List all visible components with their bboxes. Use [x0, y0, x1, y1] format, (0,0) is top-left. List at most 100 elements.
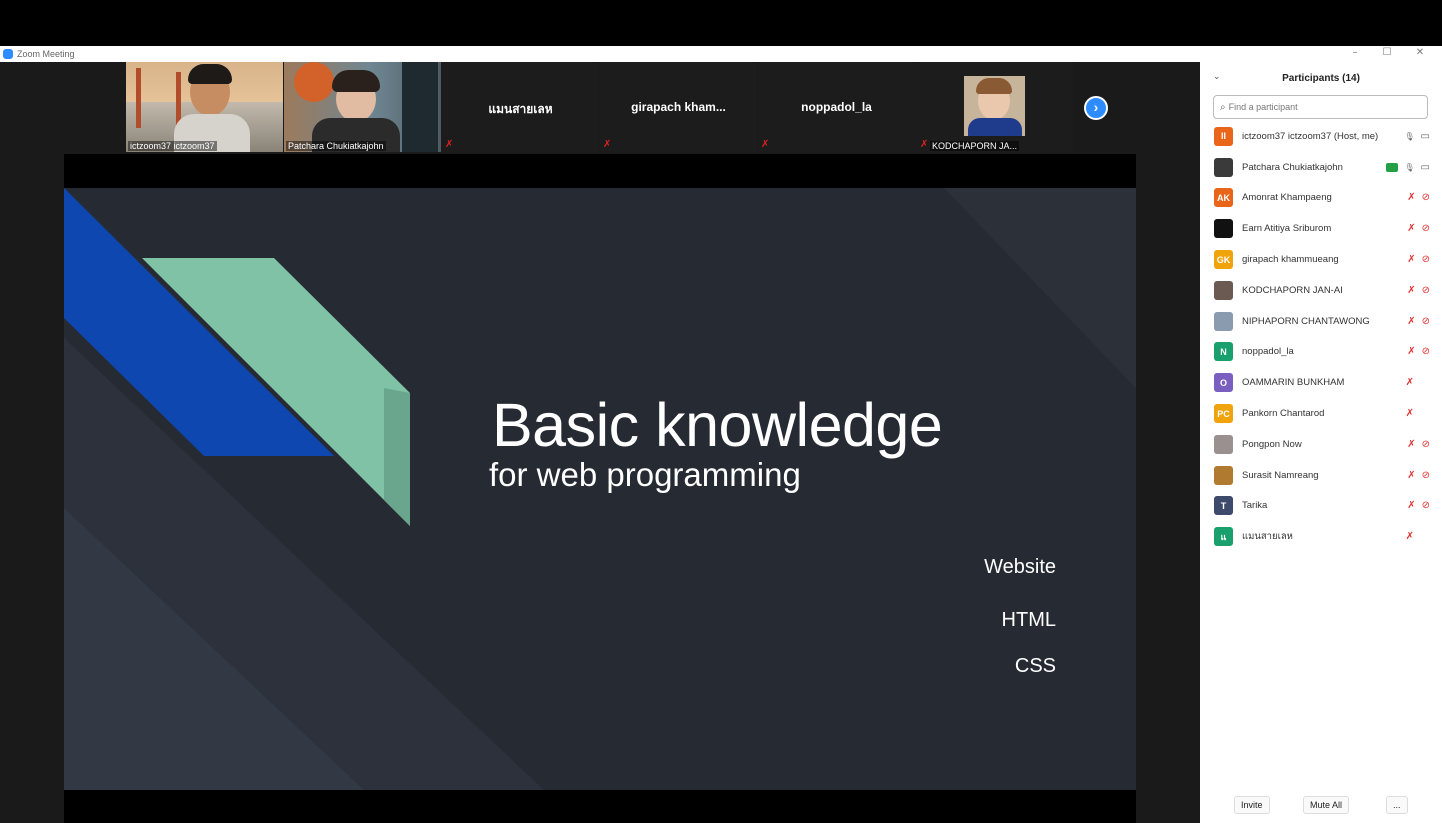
- microphone-muted-icon[interactable]: ✗: [1407, 346, 1415, 357]
- participant-status-icons: ✗ ⊘: [1407, 316, 1430, 327]
- slide-title: Basic knowledge: [492, 391, 943, 459]
- camera-off-icon[interactable]: ⊘: [1422, 316, 1430, 327]
- participant-status-icons: ✗ ⊘: [1407, 500, 1430, 511]
- participant-name: Tarika: [1242, 500, 1268, 512]
- participant-search-input[interactable]: [1228, 102, 1409, 112]
- microphone-muted-icon[interactable]: ✗: [1407, 285, 1415, 296]
- camera-off-icon[interactable]: ⊘: [1422, 192, 1430, 203]
- participant-row[interactable]: Surasit Namreang ✗ ⊘: [1200, 460, 1442, 491]
- camera-off-icon[interactable]: ⊘: [1422, 500, 1430, 511]
- participant-row[interactable]: O OAMMARIN BUNKHAM ✗: [1200, 367, 1442, 398]
- participant-name: Surasit Namreang: [1242, 469, 1319, 481]
- video-thumbnail-strip: ictzoom37 ictzoom37 Patchara Chukiatkajo…: [126, 62, 1074, 154]
- camera-off-icon[interactable]: ⊘: [1422, 285, 1430, 296]
- share-letterbox-bottom: [64, 790, 1136, 823]
- camera-off-icon[interactable]: ⊘: [1422, 223, 1430, 234]
- camera-off-icon[interactable]: ⊘: [1422, 346, 1430, 357]
- microphone-muted-icon[interactable]: ✗: [1406, 377, 1414, 388]
- participant-avatar: GK: [1214, 250, 1233, 270]
- participant-row[interactable]: II ictzoom37 ictzoom37 (Host, me) 🎙 ▭: [1200, 121, 1442, 152]
- microphone-muted-icon[interactable]: ✗: [1407, 223, 1415, 234]
- participant-status-icons: 🎙 ▭: [1386, 162, 1430, 173]
- participant-row[interactable]: NIPHAPORN CHANTAWONG ✗ ⊘: [1200, 306, 1442, 337]
- microphone-muted-icon[interactable]: ✗: [1407, 470, 1415, 481]
- participant-status-icons: ✗: [1406, 531, 1430, 542]
- participant-name: Earn Atitiya Sriburom: [1242, 223, 1332, 235]
- video-tile[interactable]: girapach kham... ✗: [600, 62, 757, 152]
- window-titlebar: Zoom Meeting – ☐ ✕: [0, 46, 1442, 62]
- participant-row[interactable]: AK Amonrat Khampaeng ✗ ⊘: [1200, 183, 1442, 214]
- participant-row[interactable]: Nnoppadol_la ✗ ⊘: [1200, 337, 1442, 368]
- camera-off-icon[interactable]: ⊘: [1422, 439, 1430, 450]
- mic-muted-icon: ✗: [920, 139, 929, 150]
- microphone-muted-icon[interactable]: ✗: [1407, 500, 1415, 511]
- video-tile[interactable]: noppadol_la ✗: [758, 62, 915, 152]
- participant-name: Patchara Chukiatkajohn: [1242, 161, 1343, 173]
- meeting-main-area: ictzoom37 ictzoom37 Patchara Chukiatkajo…: [0, 62, 1200, 823]
- share-letterbox-top: [64, 154, 1136, 188]
- participant-avatar: [1214, 219, 1233, 239]
- participant-row[interactable]: GK girapach khammueang ✗ ⊘: [1200, 244, 1442, 275]
- microphone-muted-icon[interactable]: ✗: [1407, 439, 1415, 450]
- microphone-icon[interactable]: 🎙: [1404, 132, 1414, 141]
- participant-row[interactable]: KODCHAPORN JAN-AI ✗ ⊘: [1200, 275, 1442, 306]
- more-options-button[interactable]: ...: [1386, 796, 1408, 814]
- camera-off-icon[interactable]: ⊘: [1422, 254, 1430, 265]
- minimize-button[interactable]: –: [1340, 46, 1370, 62]
- participant-avatar: AK: [1214, 188, 1233, 208]
- video-tile[interactable]: แมนสายเลห ✗: [442, 62, 599, 152]
- mute-all-button[interactable]: Mute All: [1303, 796, 1350, 814]
- video-tile-name: noppadol_la: [801, 100, 872, 114]
- participant-row[interactable]: T Tarika ✗ ⊘: [1200, 491, 1442, 522]
- microphone-muted-icon[interactable]: ✗: [1406, 531, 1414, 542]
- participant-photo: [964, 76, 1025, 136]
- next-page-button[interactable]: ›: [1084, 96, 1108, 120]
- microphone-muted-icon[interactable]: ✗: [1407, 316, 1415, 327]
- camera-icon[interactable]: ▭: [1421, 131, 1430, 142]
- participant-status-icons: ✗ ⊘: [1407, 192, 1430, 203]
- participant-row[interactable]: PC Pankorn Chantarod ✗: [1200, 398, 1442, 429]
- participant-avatar: O: [1214, 373, 1233, 393]
- participant-avatar: II: [1214, 126, 1233, 146]
- video-tile[interactable]: ictzoom37 ictzoom37: [126, 62, 283, 152]
- participant-status-icons: ✗ ⊘: [1407, 254, 1430, 265]
- slide-bullet: Website: [984, 556, 1056, 578]
- mic-muted-icon: ✗: [761, 139, 770, 150]
- participant-name: OAMMARIN BUNKHAM: [1242, 377, 1345, 389]
- participant-search[interactable]: ⌕: [1213, 95, 1428, 119]
- video-tile-active-speaker[interactable]: Patchara Chukiatkajohn: [284, 62, 441, 152]
- microphone-icon[interactable]: 🎙: [1404, 163, 1414, 172]
- participants-panel: ⌄ Participants (14) ⌕ IIictzoom37 ictzoo…: [1200, 62, 1442, 823]
- participant-avatar: T: [1214, 496, 1233, 516]
- close-button[interactable]: ✕: [1405, 46, 1435, 62]
- microphone-muted-icon[interactable]: ✗: [1407, 192, 1415, 203]
- zoom-app: Zoom Meeting – ☐ ✕ ictzoom37 ictzoom37 P…: [0, 0, 1442, 823]
- slide-subtitle: for web programming: [489, 456, 801, 493]
- camera-icon[interactable]: ▭: [1421, 162, 1430, 173]
- video-tile[interactable]: ✗ KODCHAPORN JA...: [916, 62, 1073, 152]
- microphone-muted-icon[interactable]: ✗: [1407, 254, 1415, 265]
- participant-row[interactable]: Patchara Chukiatkajohn 🎙 ▭: [1200, 152, 1442, 183]
- screen-share-icon: [1386, 162, 1399, 172]
- search-icon: ⌕: [1220, 101, 1226, 113]
- invite-button[interactable]: Invite: [1234, 796, 1270, 814]
- participant-status-icons: ✗ ⊘: [1407, 223, 1430, 234]
- shared-screen-slide: Basic knowledge for web programming Webs…: [64, 188, 1136, 790]
- maximize-button[interactable]: ☐: [1372, 46, 1402, 62]
- participant-status-icons: ✗ ⊘: [1407, 346, 1430, 357]
- mic-muted-icon: ✗: [445, 139, 454, 150]
- participant-avatar: [1214, 280, 1233, 300]
- camera-off-icon[interactable]: ⊘: [1422, 470, 1430, 481]
- participant-row[interactable]: แ แมนสายเลห ✗: [1200, 521, 1442, 552]
- participant-avatar: [1214, 311, 1233, 331]
- participant-row[interactable]: Earn Atitiya Sriburom ✗ ⊘: [1200, 213, 1442, 244]
- participant-status-icons: ✗: [1406, 408, 1430, 419]
- participant-row[interactable]: Pongpon Now ✗ ⊘: [1200, 429, 1442, 460]
- video-tile-label: KODCHAPORN JA...: [930, 141, 1020, 151]
- participants-header: Participants (14): [1282, 73, 1360, 84]
- participants-footer: Invite Mute All ...: [1200, 796, 1442, 816]
- participant-avatar: [1214, 434, 1233, 454]
- participant-avatar: [1214, 465, 1233, 485]
- microphone-muted-icon[interactable]: ✗: [1406, 408, 1414, 419]
- slide-bullet: HTML: [1001, 609, 1056, 631]
